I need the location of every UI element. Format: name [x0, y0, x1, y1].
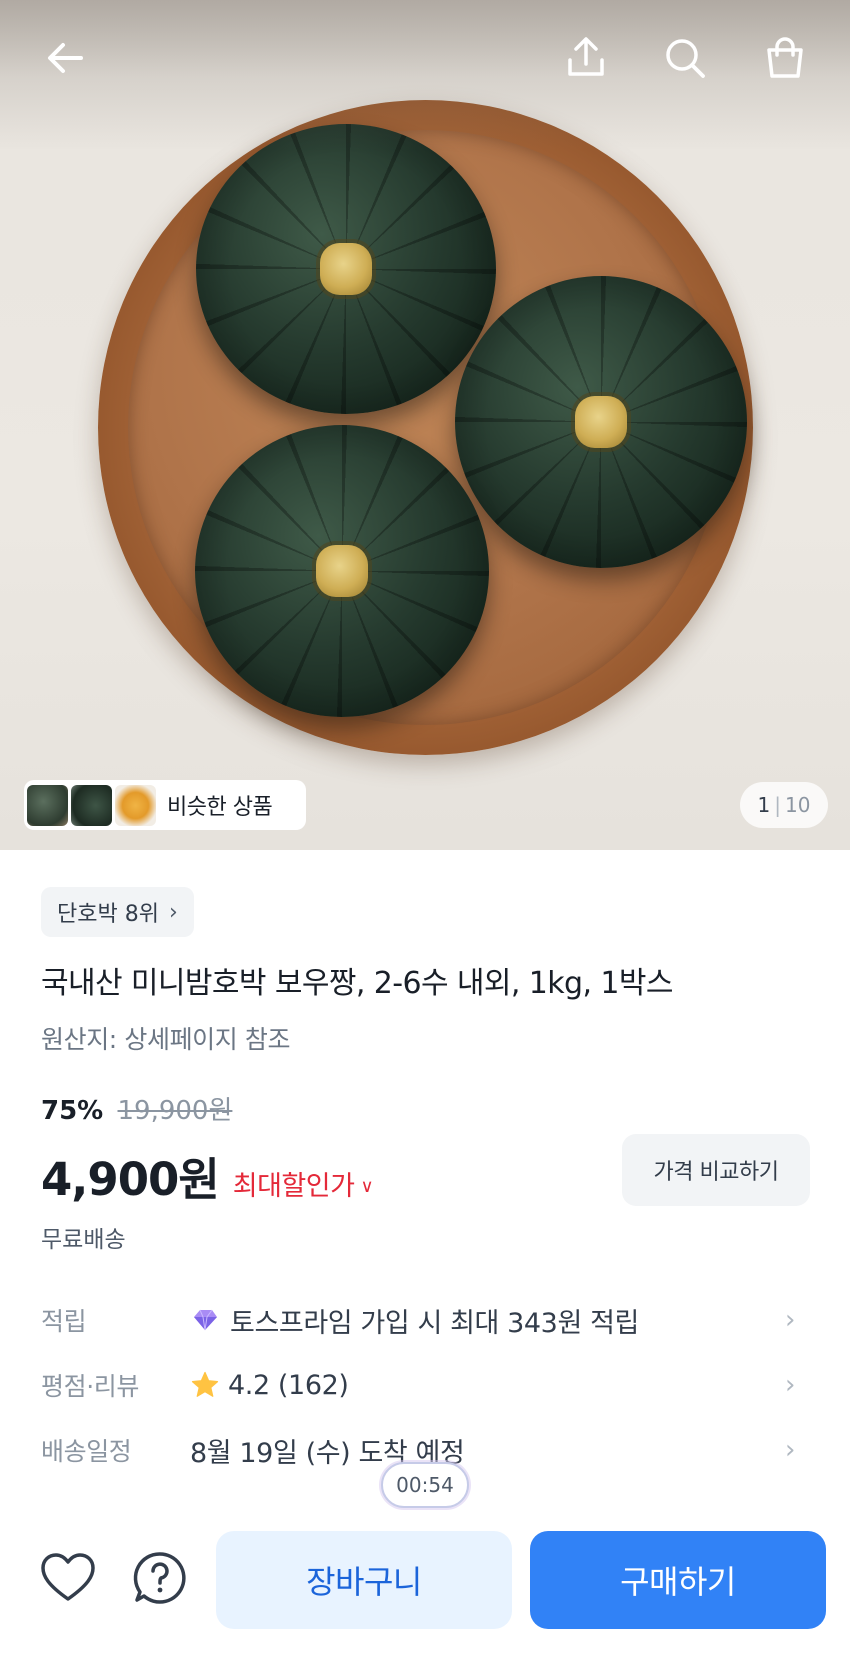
chevron-right-icon: ›: [785, 1370, 796, 1400]
chevron-down-icon: ∨: [360, 1176, 374, 1197]
similar-product-thumbnail: [27, 784, 68, 826]
delivery-schedule-label: 배송일정: [41, 1437, 132, 1466]
chevron-right-icon: ›: [785, 1435, 796, 1465]
price-row: 4,900원 최대할인가 ∨: [41, 1143, 374, 1208]
buy-now-button[interactable]: 구매하기: [530, 1531, 826, 1629]
heart-icon[interactable]: [38, 1548, 98, 1608]
reward-value: 토스프라임 가입 시 최대 343원 적립: [230, 1307, 639, 1339]
discount-rate: 75%: [41, 1096, 104, 1126]
similar-product-thumbnail: [115, 784, 156, 826]
share-icon[interactable]: [558, 30, 614, 86]
similar-product-thumbnail: [71, 784, 112, 826]
max-discount-toggle[interactable]: 최대할인가 ∨: [233, 1164, 374, 1203]
reward-label: 적립: [41, 1307, 87, 1336]
add-to-cart-button[interactable]: 장바구니: [216, 1531, 512, 1629]
back-arrow-icon[interactable]: [38, 30, 94, 86]
pumpkin-image: [195, 425, 489, 717]
original-price: 19,900원: [117, 1096, 233, 1126]
shopping-bag-icon[interactable]: [757, 30, 813, 86]
image-page-counter: 1 | 10: [740, 782, 828, 828]
reward-row[interactable]: 적립 토스프라임 가입 시 최대 343원 적립 ›: [0, 1291, 850, 1349]
sale-price: 4,900원: [41, 1153, 220, 1206]
bottom-action-bar: 장바구니 구매하기: [0, 1500, 850, 1667]
similar-products-label: 비슷한 상품: [167, 795, 273, 820]
product-title: 국내산 미니밤호박 보우짱, 2-6수 내외, 1kg, 1박스: [41, 966, 673, 1001]
chevron-right-icon: ›: [785, 1305, 796, 1335]
chevron-right-icon: ›: [168, 899, 178, 925]
product-image-carousel[interactable]: 비슷한 상품 1 | 10: [0, 0, 850, 850]
discount-row: 75% 19,900원: [41, 1090, 232, 1127]
rating-value: 4.2 (162): [228, 1369, 349, 1401]
rating-review-label: 평점·리뷰: [41, 1372, 139, 1401]
rating-review-row[interactable]: 평점·리뷰 4.2 (162) ›: [0, 1356, 850, 1414]
search-icon[interactable]: [657, 30, 713, 86]
pumpkin-image: [455, 276, 747, 568]
origin-info: 원산지: 상세페이지 참조: [41, 1025, 291, 1054]
shipping-info: 무료배송: [41, 1227, 126, 1253]
timer-badge: 00:54: [381, 1462, 469, 1508]
question-chat-icon[interactable]: [130, 1548, 190, 1608]
similar-products-button[interactable]: 비슷한 상품: [24, 780, 306, 830]
pumpkin-image: [196, 124, 496, 414]
star-icon: [191, 1371, 219, 1397]
compare-price-button[interactable]: 가격 비교하기: [622, 1134, 810, 1206]
gem-icon: [194, 1309, 217, 1331]
category-rank-badge[interactable]: 단호박 8위 ›: [41, 887, 194, 937]
